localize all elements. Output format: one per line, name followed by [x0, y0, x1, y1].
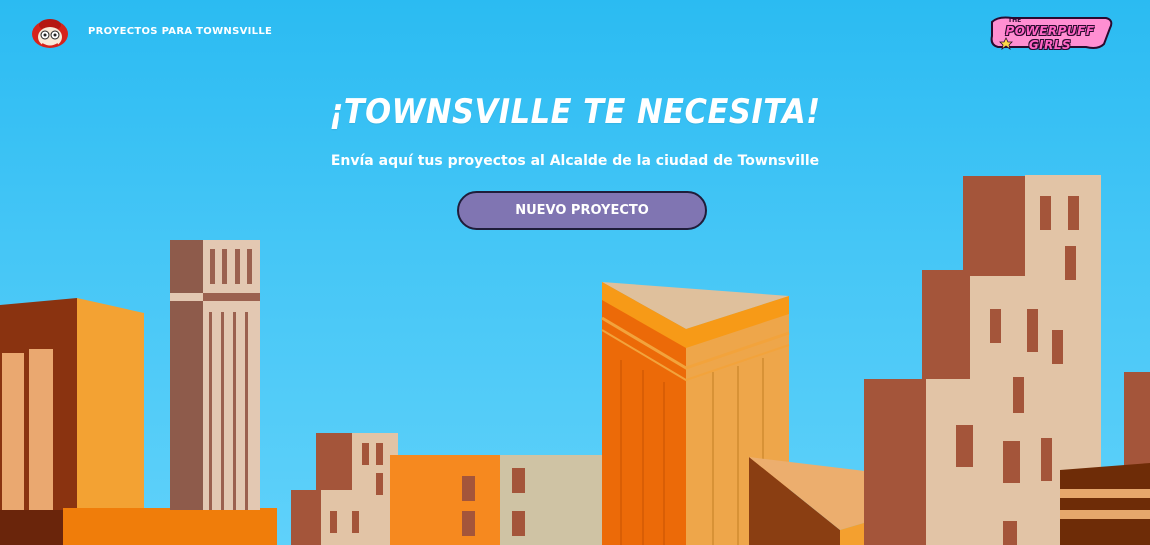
- city-skyline-illustration: [0, 175, 1150, 545]
- top-navbar: PROYECTOS PARA TOWNSVILLE THE POWERPUFF …: [0, 0, 1150, 64]
- nav-title-link[interactable]: PROYECTOS PARA TOWNSVILLE: [88, 26, 272, 37]
- new-project-button[interactable]: NUEVO PROYECTO: [457, 191, 707, 230]
- building-orange-low: [390, 455, 603, 545]
- mayor-face-icon[interactable]: [30, 16, 70, 50]
- powerpuff-girls-logo[interactable]: THE POWERPUFF GIRLS: [988, 14, 1114, 52]
- building-small-brick: [291, 433, 398, 545]
- logo-the-text: THE: [1008, 17, 1022, 24]
- hero-title: ¡TOWNSVILLE TE NECESITA!: [329, 92, 821, 132]
- logo-wordmark: POWERPUFF GIRLS: [1005, 24, 1095, 52]
- hero-subtitle: Envía aquí tus proyectos al Alcalde de l…: [330, 153, 820, 169]
- building-tall-tower: [170, 240, 260, 510]
